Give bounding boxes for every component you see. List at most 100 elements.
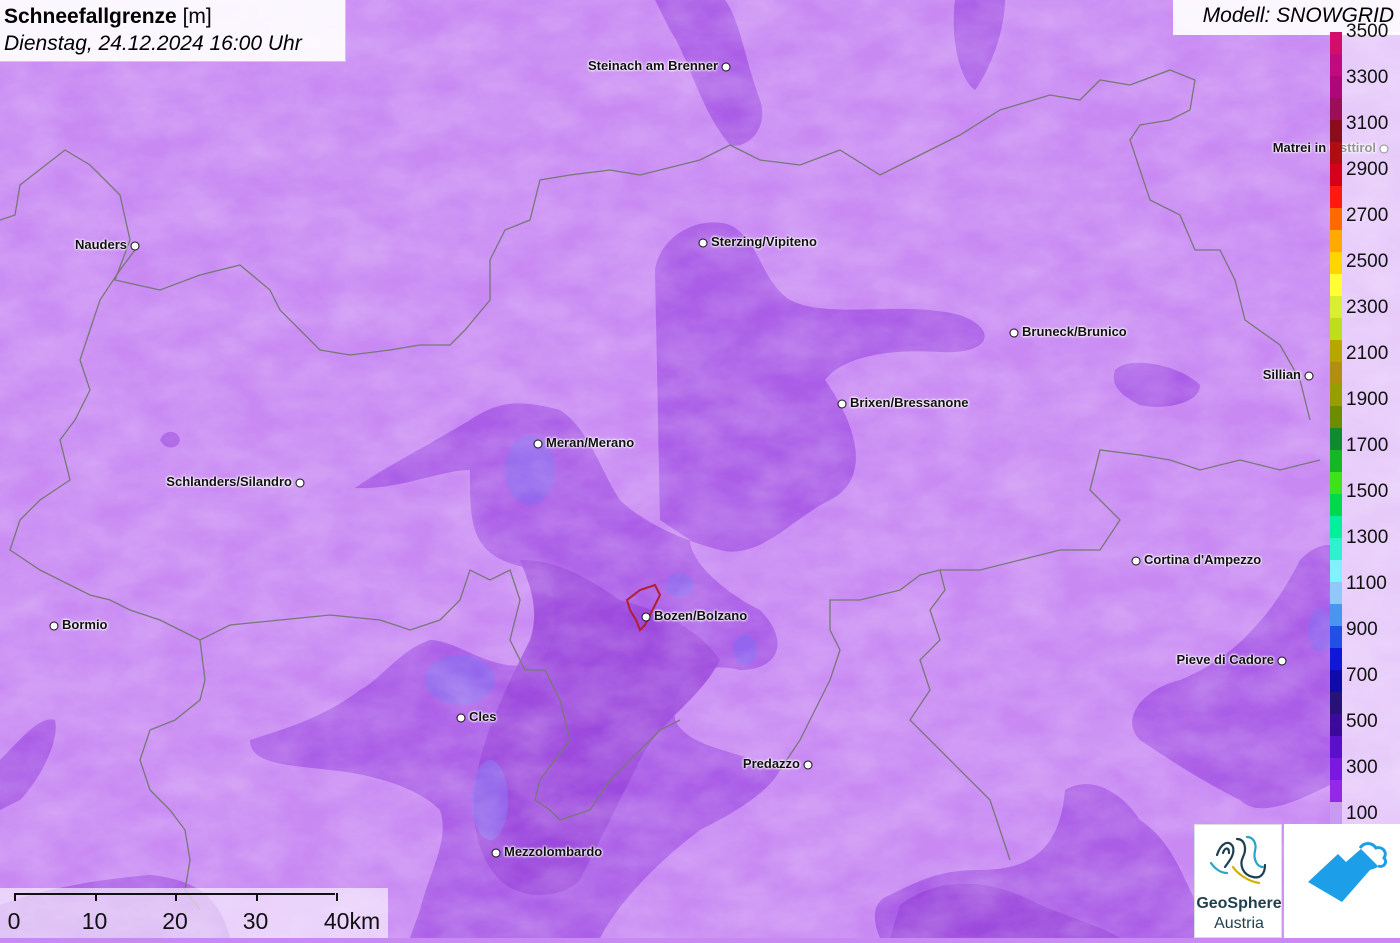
scale-label: 10 — [81, 908, 108, 934]
mountain-cloud-icon — [1308, 842, 1388, 902]
city-label: Nauders — [74, 237, 127, 252]
geosphere-logo[interactable]: GeoSphere Austria — [1194, 824, 1282, 938]
legend-swatch — [1330, 494, 1342, 517]
terrain-shading — [0, 0, 1400, 938]
city-dot — [837, 399, 847, 409]
legend-value-label: 2500 — [1346, 251, 1389, 272]
scale-bar: 0 10 20 30 40km — [0, 888, 388, 938]
legend-swatch — [1330, 560, 1342, 583]
legend-swatch — [1330, 252, 1342, 275]
partner-logo[interactable] — [1284, 824, 1400, 938]
legend-swatch — [1330, 736, 1342, 759]
legend-swatch — [1330, 670, 1342, 693]
legend-swatch — [1330, 32, 1342, 55]
city-dot — [533, 439, 543, 449]
legend-value-label: 300 — [1346, 757, 1378, 778]
legend-value-label: 1100 — [1346, 573, 1387, 594]
city-dot — [130, 241, 140, 251]
legend-value-label: 100 — [1346, 803, 1378, 824]
legend-value-label: 900 — [1346, 619, 1378, 640]
legend-value-label: 1700 — [1346, 435, 1389, 456]
scale-label: 30 — [242, 908, 269, 934]
city-label: Brixen/Bressanone — [850, 395, 969, 410]
city-dot — [49, 621, 59, 631]
legend-value-label: 1500 — [1346, 481, 1389, 502]
scale-tick — [255, 893, 258, 901]
city-label: Schlanders/Silandro — [166, 474, 292, 489]
city-dot — [641, 612, 651, 622]
city-label: Pieve di Cadore — [1176, 652, 1274, 667]
geosphere-name: GeoSphere — [1196, 895, 1282, 912]
legend-color-bar — [1330, 32, 1342, 824]
legend-swatch — [1330, 362, 1342, 385]
city-label: Mezzolombardo — [504, 844, 603, 859]
map-title: Schneefallgrenze [m] — [4, 3, 341, 30]
city-label: Cles — [469, 709, 497, 724]
geosphere-sub: Austria — [1214, 915, 1264, 932]
legend-swatch — [1330, 758, 1342, 781]
legend-swatch — [1330, 120, 1342, 143]
geosphere-swirl-icon — [1209, 835, 1267, 885]
title-text: Schneefallgrenze — [4, 5, 177, 28]
title-unit: [m] — [182, 5, 212, 28]
legend-value-label: 2100 — [1346, 343, 1389, 364]
city-label: Predazzo — [742, 756, 800, 771]
city-dot — [295, 478, 305, 488]
city-label: Sterzing/Vipiteno — [711, 234, 817, 249]
legend-value-label: 2900 — [1346, 159, 1389, 180]
legend-swatch — [1330, 802, 1342, 824]
snowfall-limit-map[interactable] — [0, 0, 1400, 938]
legend-swatch — [1330, 780, 1342, 803]
legend-swatch — [1330, 296, 1342, 319]
legend-swatch — [1330, 692, 1342, 715]
city-label: Sillian — [1262, 367, 1301, 382]
city-label: Bozen/Bolzano — [654, 608, 748, 623]
city-label: Bormio — [62, 617, 108, 632]
legend-value-label: 3300 — [1346, 67, 1389, 88]
legend-swatch — [1330, 54, 1342, 77]
city-label: Bruneck/Brunico — [1022, 324, 1127, 339]
legend-swatch — [1330, 472, 1342, 495]
scale-label: 40km — [323, 908, 381, 934]
legend-swatch — [1330, 340, 1342, 363]
legend-value-label: 700 — [1346, 665, 1378, 686]
city-dot — [491, 848, 501, 858]
city-dot — [803, 760, 813, 770]
legend-swatch — [1330, 230, 1342, 253]
scale-tick — [336, 893, 338, 901]
legend-value-label: 500 — [1346, 711, 1378, 732]
legend-value-label: 2700 — [1346, 205, 1389, 226]
legend-value-label: 1900 — [1346, 389, 1389, 410]
legend-swatch — [1330, 384, 1342, 407]
title-panel: Schneefallgrenze [m] Dienstag, 24.12.202… — [0, 0, 346, 62]
legend-swatch — [1330, 428, 1342, 451]
city-label: Meran/Merano — [546, 435, 635, 450]
scale-label: 0 — [7, 908, 21, 934]
legend-swatch — [1330, 142, 1342, 165]
legend-swatch — [1330, 76, 1342, 99]
color-legend: 3500 3300 3100 2900 2700 2500 2300 2100 1900 1700… — [1330, 22, 1400, 824]
scale-tick — [14, 893, 16, 901]
scale-label: 20 — [162, 908, 188, 934]
city-dot — [456, 713, 466, 723]
legend-swatch — [1330, 208, 1342, 231]
map-datetime: Dienstag, 24.12.2024 16:00 Uhr — [4, 32, 302, 55]
city-dot — [1131, 556, 1141, 566]
legend-swatch — [1330, 318, 1342, 341]
legend-swatch — [1330, 450, 1342, 473]
legend-swatch — [1330, 626, 1342, 649]
city-dot — [1009, 328, 1019, 338]
city-dot — [1304, 371, 1314, 381]
legend-swatch — [1330, 406, 1342, 429]
legend-swatch — [1330, 538, 1342, 561]
legend-swatch — [1330, 274, 1342, 297]
legend-value-label: 2300 — [1346, 297, 1389, 318]
legend-value-label: 3100 — [1346, 113, 1389, 134]
legend-value-label: 1300 — [1346, 527, 1389, 548]
city-label: Cortina d'Ampezzo — [1144, 552, 1262, 567]
legend-swatch — [1330, 516, 1342, 539]
legend-swatch — [1330, 186, 1342, 209]
scale-tick — [94, 893, 97, 901]
legend-swatch — [1330, 98, 1342, 121]
legend-swatch — [1330, 648, 1342, 671]
